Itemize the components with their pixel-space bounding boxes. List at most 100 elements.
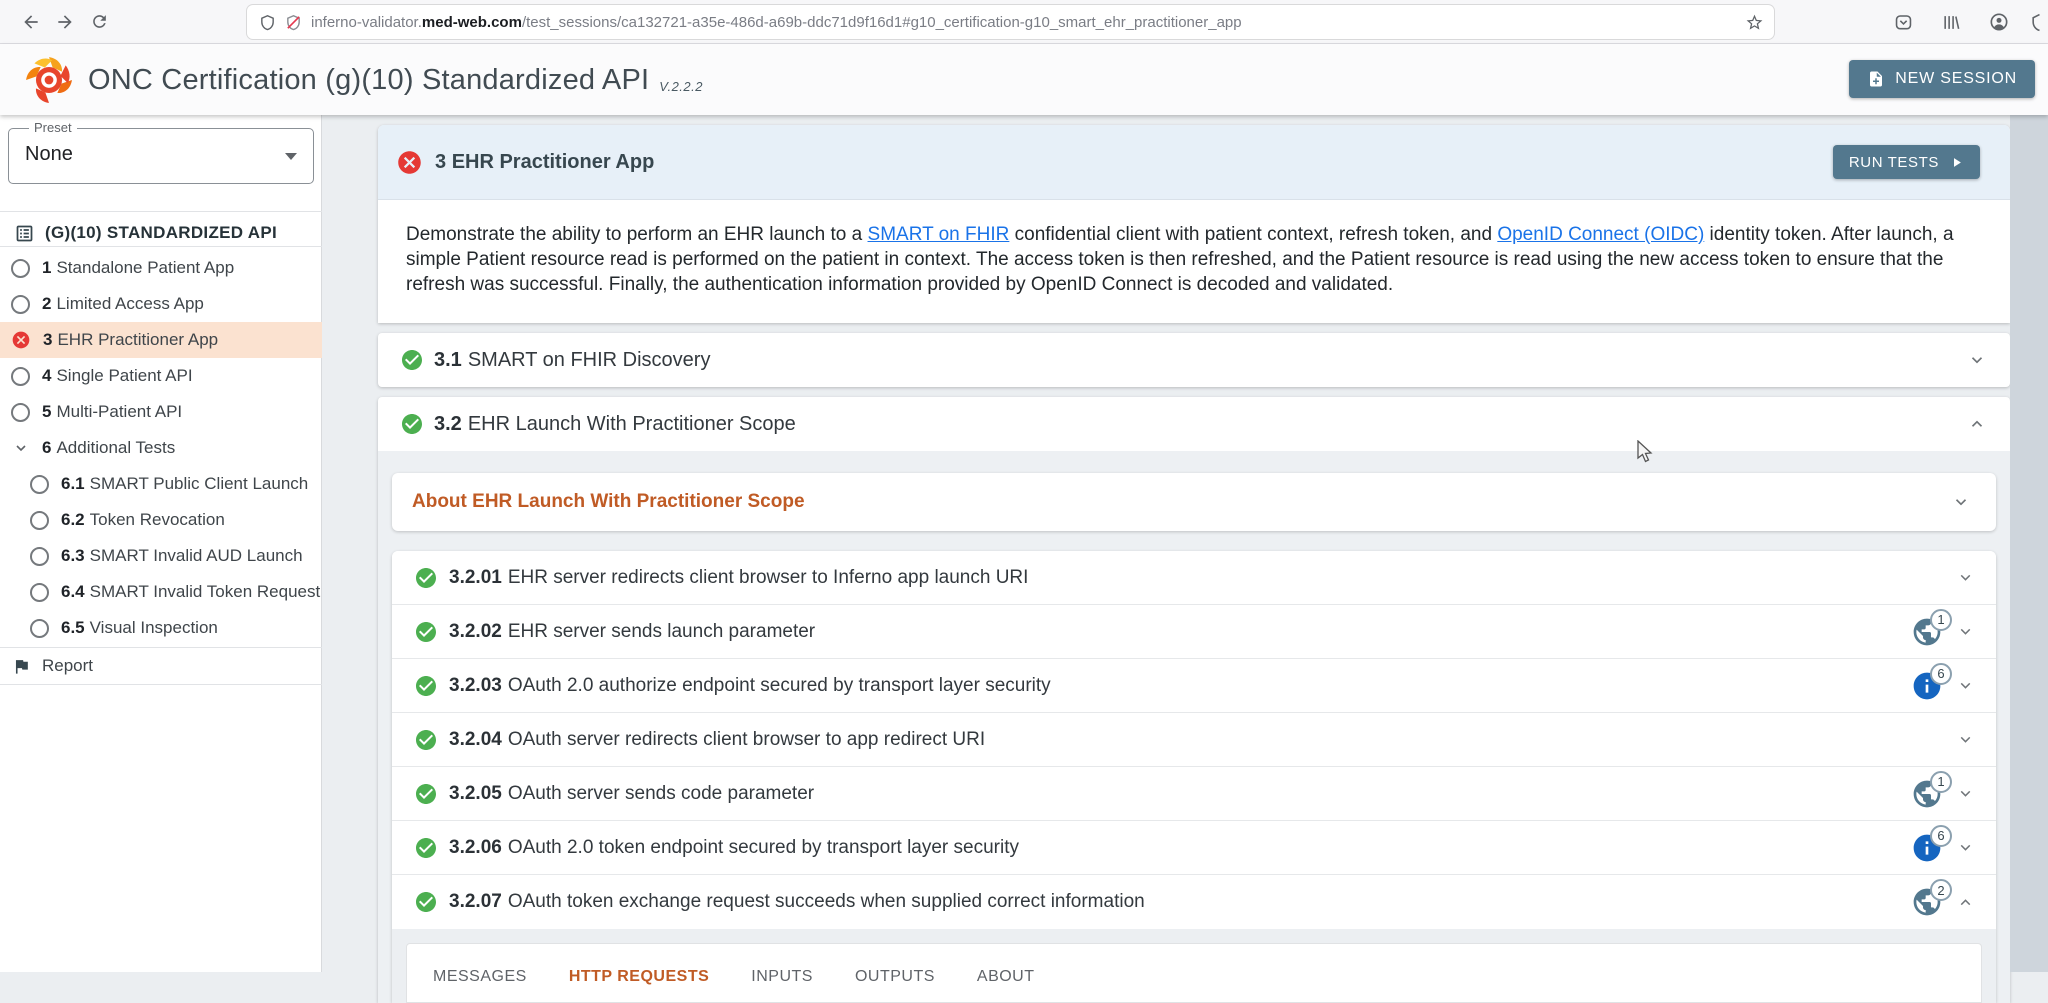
sidebar-item-ehr-practitioner-app[interactable]: 3 EHR Practitioner App xyxy=(0,322,322,358)
check-circle-icon xyxy=(414,728,438,752)
url-bar[interactable]: inferno-validator.med-web.com/test_sessi… xyxy=(247,5,1774,39)
chevron-down-icon xyxy=(1957,569,1974,586)
test-row-3-2-05[interactable]: 3.2.05 OAuth server sends code parameter… xyxy=(392,767,1996,821)
test-row-3-2-03[interactable]: 3.2.03 OAuth 2.0 authorize endpoint secu… xyxy=(392,659,1996,713)
new-session-button[interactable]: NEW SESSION xyxy=(1849,60,2035,98)
group-row-smart-on-fhir-discovery[interactable]: 3.1 SMART on FHIR Discovery xyxy=(378,333,2010,387)
radio-icon xyxy=(30,511,49,530)
openid-connect-link[interactable]: OpenID Connect (OIDC) xyxy=(1497,224,1704,245)
test-detail-content: MESSAGES HTTP REQUESTS INPUTS OUTPUTS AB… xyxy=(392,929,1996,1003)
test-row-3-2-02[interactable]: 3.2.02 EHR server sends launch parameter… xyxy=(392,605,1996,659)
chevron-down-icon xyxy=(1957,731,1974,748)
extension-icon xyxy=(2030,13,2048,32)
forward-button[interactable] xyxy=(48,5,82,39)
test-row-3-2-06[interactable]: 3.2.06 OAuth 2.0 token endpoint secured … xyxy=(392,821,1996,875)
radio-icon xyxy=(30,547,49,566)
browser-chrome: inferno-validator.med-web.com/test_sessi… xyxy=(0,0,2048,44)
bookmark-star-icon[interactable] xyxy=(1745,13,1764,32)
back-arrow-icon xyxy=(21,12,41,32)
sidebar-item-token-revocation[interactable]: 6.2 Token Revocation xyxy=(0,502,322,538)
preset-label: Preset xyxy=(29,120,77,135)
suite-description: Demonstrate the ability to perform an EH… xyxy=(378,200,2010,323)
tab-outputs[interactable]: OUTPUTS xyxy=(853,958,937,996)
list-alt-icon xyxy=(14,223,35,244)
sidebar-item-visual-inspection[interactable]: 6.5 Visual Inspection xyxy=(0,610,322,646)
chevron-down-icon xyxy=(1957,839,1974,856)
info-count-badge[interactable]: 6 xyxy=(1911,670,1943,702)
radio-icon xyxy=(11,295,30,314)
request-count-badge[interactable]: 1 xyxy=(1911,778,1943,810)
refresh-button[interactable] xyxy=(82,5,116,39)
library-icon xyxy=(1942,13,1961,32)
account-button[interactable] xyxy=(1982,5,2016,39)
new-document-icon xyxy=(1867,70,1885,88)
test-row-3-2-01[interactable]: 3.2.01 EHR server redirects client brows… xyxy=(392,551,1996,605)
tab-http-requests[interactable]: HTTP REQUESTS xyxy=(567,958,711,996)
suite-card-header: 3 EHR Practitioner App RUN TESTS xyxy=(378,125,2010,200)
shield-icon[interactable] xyxy=(259,14,276,31)
sidebar-item-report[interactable]: Report xyxy=(0,648,322,684)
flag-icon xyxy=(12,657,31,676)
request-count-badge[interactable]: 1 xyxy=(1911,616,1943,648)
test-detail-panel: MESSAGES HTTP REQUESTS INPUTS OUTPUTS AB… xyxy=(406,943,1982,1003)
radio-icon xyxy=(30,619,49,638)
sidebar-item-standalone-patient-app[interactable]: 1 Standalone Patient App xyxy=(0,250,322,286)
sidebar-item-additional-tests[interactable]: 6 Additional Tests xyxy=(0,430,322,466)
preset-select[interactable]: Preset None xyxy=(8,128,314,184)
pocket-button[interactable] xyxy=(1886,5,1920,39)
radio-icon xyxy=(11,367,30,386)
radio-icon xyxy=(30,583,49,602)
sidebar-item-smart-invalid-token-request[interactable]: 6.4 SMART Invalid Token Request xyxy=(0,574,322,610)
chevron-down-icon xyxy=(1957,677,1974,694)
group-row-ehr-launch-practitioner-scope[interactable]: 3.2 EHR Launch With Practitioner Scope xyxy=(378,397,2010,451)
check-circle-icon xyxy=(414,836,438,860)
inferno-logo-icon xyxy=(24,55,74,105)
check-circle-icon xyxy=(414,890,438,914)
chevron-up-icon xyxy=(1957,894,1974,911)
radio-icon xyxy=(11,259,30,278)
account-icon xyxy=(1989,12,2009,32)
refresh-icon xyxy=(90,12,109,31)
extension-button[interactable] xyxy=(2030,5,2048,39)
radio-icon xyxy=(30,475,49,494)
test-row-3-2-04[interactable]: 3.2.04 OAuth server redirects client bro… xyxy=(392,713,1996,767)
chevron-down-icon xyxy=(1957,785,1974,802)
request-count-badge[interactable]: 2 xyxy=(1911,886,1943,918)
check-circle-icon xyxy=(400,412,424,436)
scrollbar-track[interactable] xyxy=(2010,115,2048,972)
tab-inputs[interactable]: INPUTS xyxy=(749,958,815,996)
group-expanded-content: About EHR Launch With Practitioner Scope… xyxy=(378,451,2010,1003)
chevron-down-icon xyxy=(285,153,297,160)
test-detail-tabs: MESSAGES HTTP REQUESTS INPUTS OUTPUTS AB… xyxy=(431,958,1037,996)
sidebar-item-smart-invalid-aud-launch[interactable]: 6.3 SMART Invalid AUD Launch xyxy=(0,538,322,574)
sidebar-item-smart-public-client-launch[interactable]: 6.1 SMART Public Client Launch xyxy=(0,466,322,502)
chevron-down-icon xyxy=(11,439,30,458)
pocket-icon xyxy=(1894,13,1913,32)
preset-value: None xyxy=(25,143,73,166)
error-cancel-icon xyxy=(11,330,31,350)
check-circle-icon xyxy=(414,782,438,806)
tracking-disabled-icon[interactable] xyxy=(285,14,302,31)
smart-on-fhir-link[interactable]: SMART on FHIR xyxy=(868,224,1010,245)
test-list: 3.2.01 EHR server redirects client brows… xyxy=(392,551,1996,1003)
about-panel[interactable]: About EHR Launch With Practitioner Scope xyxy=(392,473,1996,531)
run-tests-button[interactable]: RUN TESTS xyxy=(1833,145,1980,179)
check-circle-icon xyxy=(414,566,438,590)
check-circle-icon xyxy=(414,674,438,698)
info-count-badge[interactable]: 6 xyxy=(1911,832,1943,864)
tab-about[interactable]: ABOUT xyxy=(975,958,1037,996)
test-row-3-2-07[interactable]: 3.2.07 OAuth token exchange request succ… xyxy=(392,875,1996,929)
forward-arrow-icon xyxy=(55,12,75,32)
page-title: ONC Certification (g)(10) Standardized A… xyxy=(88,63,649,97)
app-header: ONC Certification (g)(10) Standardized A… xyxy=(0,44,2048,115)
chevron-down-icon xyxy=(1952,493,1970,511)
tab-messages[interactable]: MESSAGES xyxy=(431,958,529,996)
play-icon xyxy=(1949,155,1964,170)
sidebar-item-limited-access-app[interactable]: 2 Limited Access App xyxy=(0,286,322,322)
back-button[interactable] xyxy=(14,5,48,39)
sidebar-item-multi-patient-api[interactable]: 5 Multi-Patient API xyxy=(0,394,322,430)
check-circle-icon xyxy=(400,348,424,372)
sidebar-item-single-patient-api[interactable]: 4 Single Patient API xyxy=(0,358,322,394)
library-button[interactable] xyxy=(1934,5,1968,39)
chevron-down-icon xyxy=(1968,351,1986,369)
